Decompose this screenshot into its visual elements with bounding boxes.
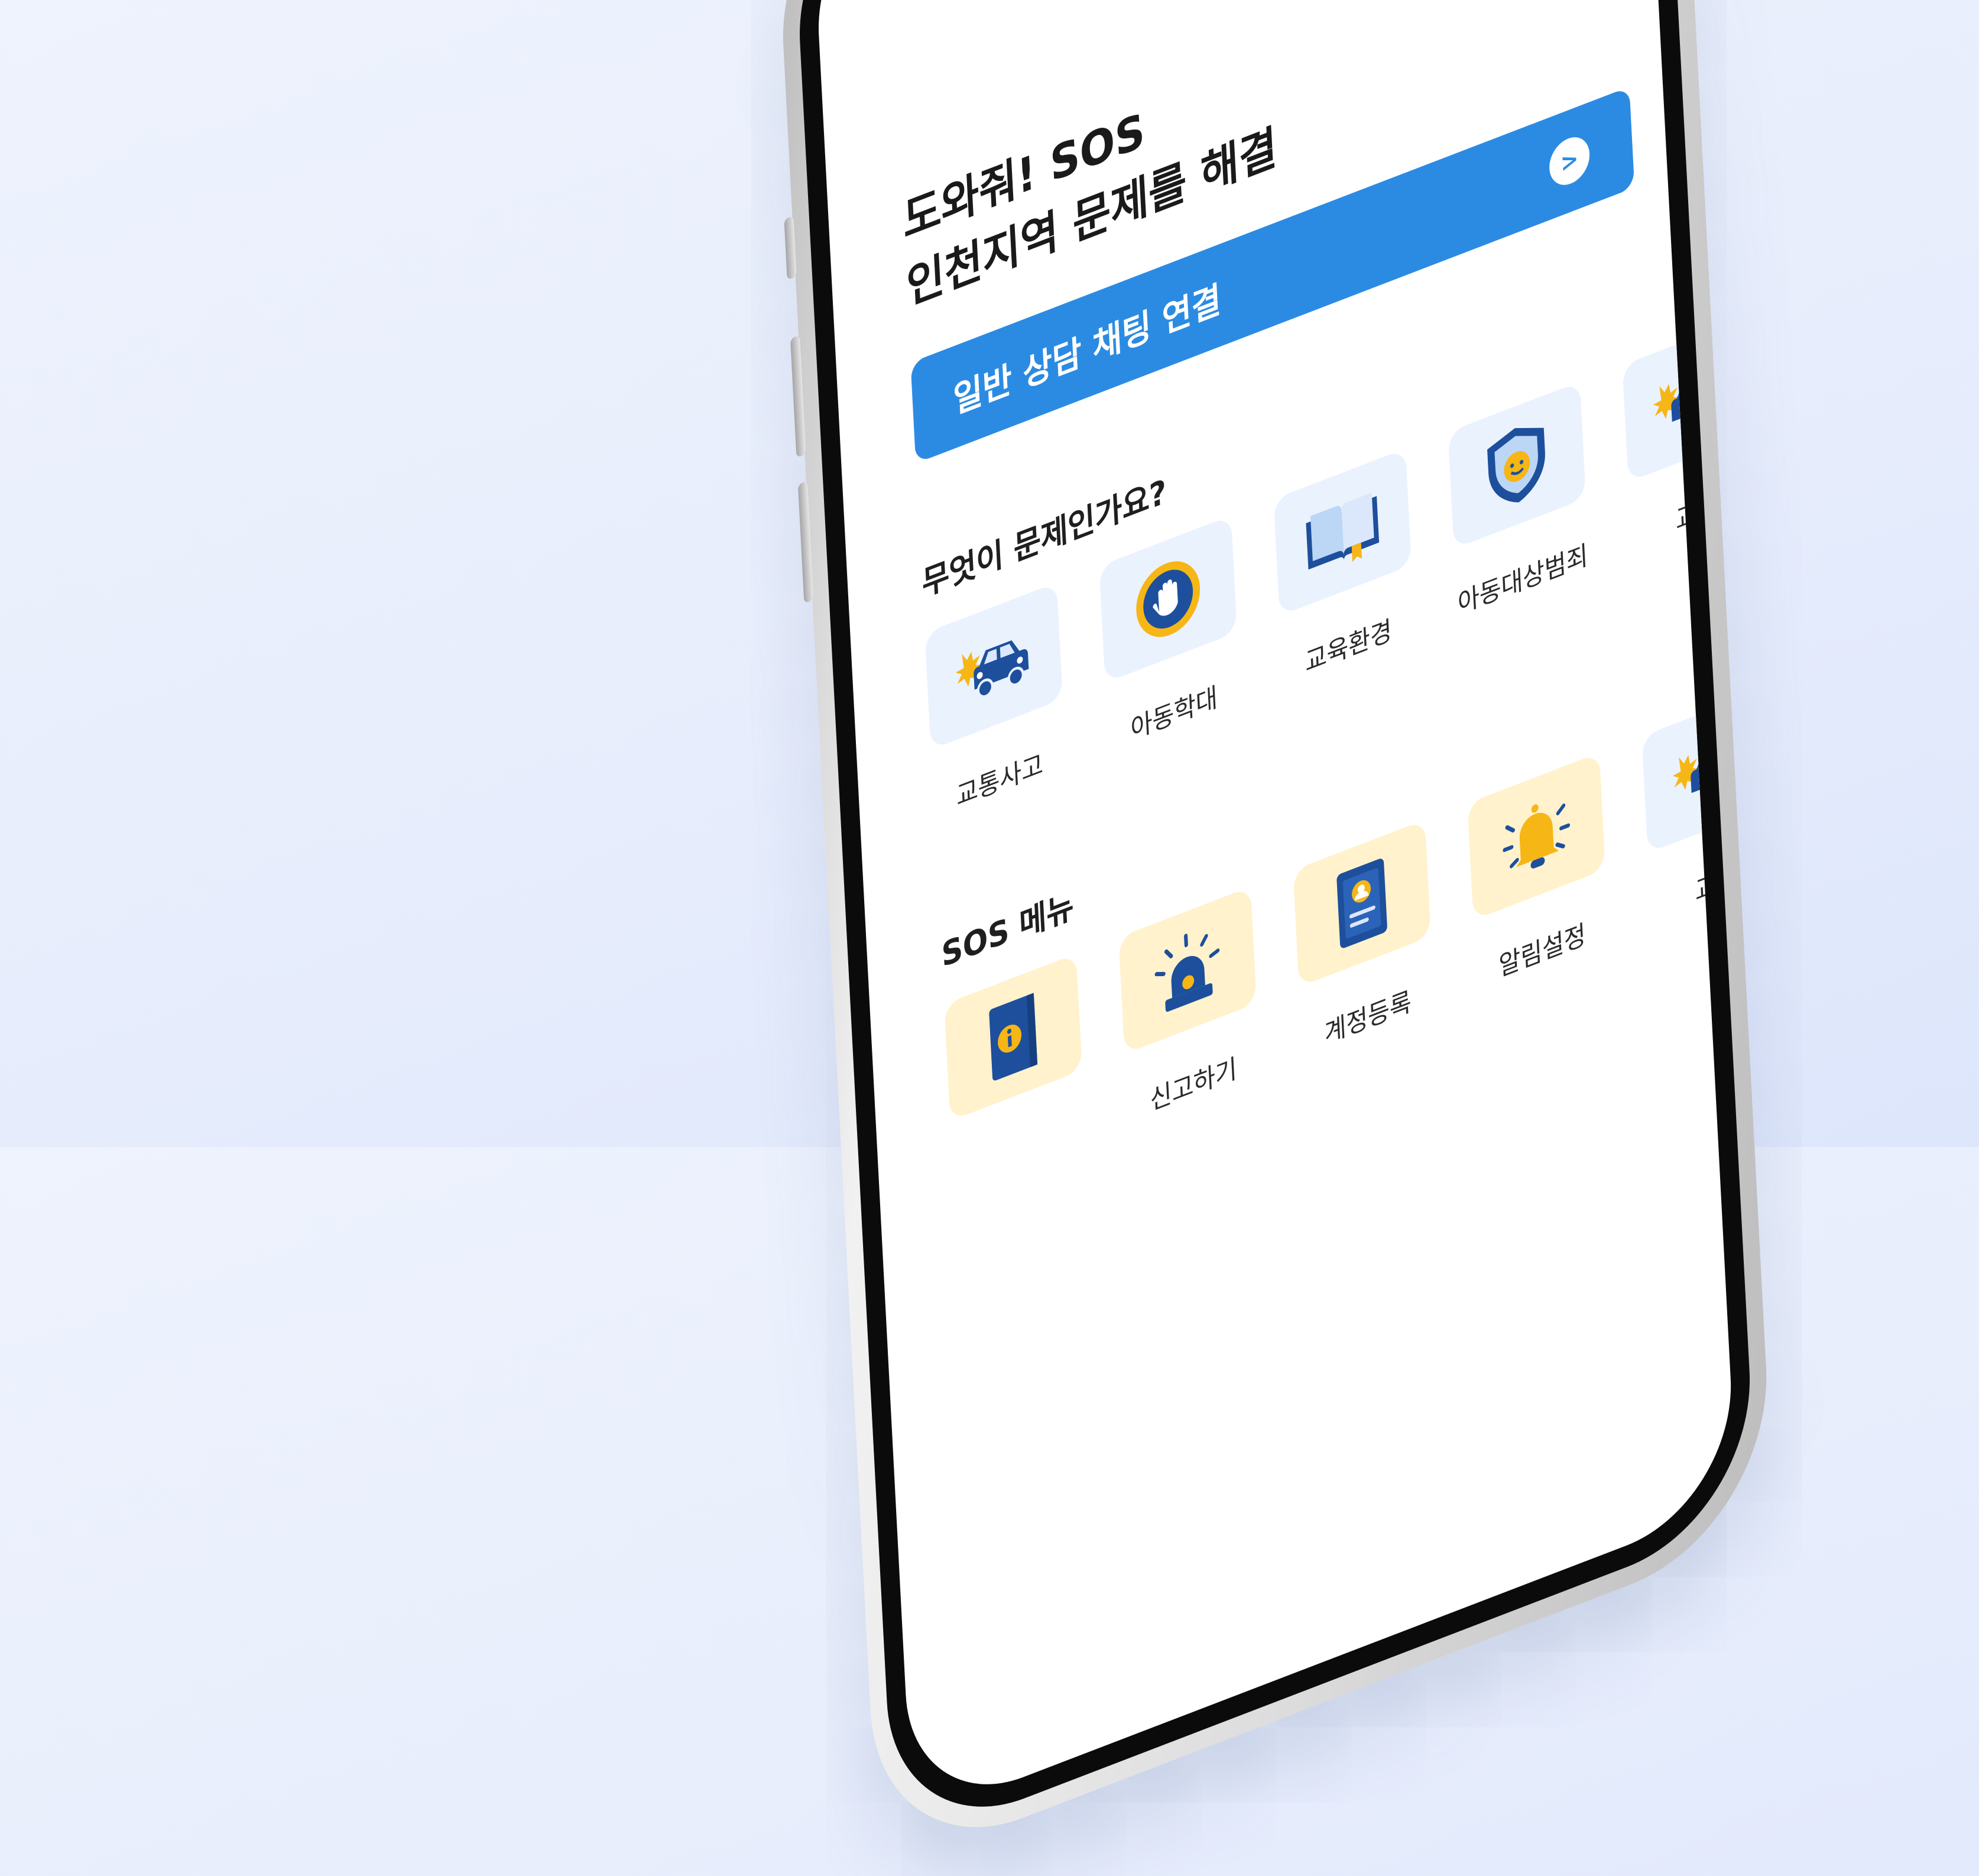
tile-label: 교육환경	[1304, 613, 1393, 679]
open-book-icon	[1273, 448, 1412, 616]
sos-tile-notifications[interactable]: 알림설정	[1467, 753, 1609, 993]
phone-mockup: 도와줘! SOS 인천지역 문제를 해결 일반 상담 채팅 연결 > 무엇이 문…	[774, 0, 1775, 1873]
tile-label: 아동대상범죄	[1456, 538, 1589, 620]
chevron-right-icon: >	[1548, 131, 1591, 192]
app-screen: 도와줘! SOS 인천지역 문제를 해결 일반 상담 채팅 연결 > 무엇이 문…	[812, 0, 1737, 1820]
car-crash-icon	[924, 582, 1063, 750]
info-book-icon	[944, 953, 1082, 1121]
tile-label: 아동학대	[1130, 681, 1219, 746]
sos-tile-report[interactable]: 신고하기	[1118, 886, 1260, 1127]
problem-tile-child-abuse[interactable]: 아동학대	[1099, 515, 1241, 756]
tile-label: 계정등록	[1323, 984, 1412, 1050]
tile-label: 교통사고	[955, 747, 1044, 813]
tile-label: 알림설정	[1498, 918, 1587, 983]
stop-hand-icon	[1099, 515, 1237, 683]
siren-icon	[1118, 886, 1257, 1054]
id-card-icon	[1293, 819, 1431, 987]
problem-tile-education[interactable]: 교육환경	[1273, 448, 1415, 689]
problem-tile-traffic-accident[interactable]: 교통사고	[924, 582, 1066, 822]
sos-tile-account[interactable]: 계정등록	[1293, 819, 1435, 1059]
chat-connect-label: 일반 상담 채팅 연결	[952, 278, 1222, 423]
bell-icon	[1467, 753, 1605, 921]
stage: 도와줘! SOS 인천지역 문제를 해결 일반 상담 채팅 연결 > 무엇이 문…	[0, 0, 1979, 1873]
child-shield-icon	[1448, 381, 1587, 549]
sos-tile-info[interactable]	[944, 953, 1086, 1194]
tile-label: 신고하기	[1149, 1051, 1238, 1117]
problem-tile-child-crime[interactable]: 아동대상범죄	[1448, 381, 1589, 621]
